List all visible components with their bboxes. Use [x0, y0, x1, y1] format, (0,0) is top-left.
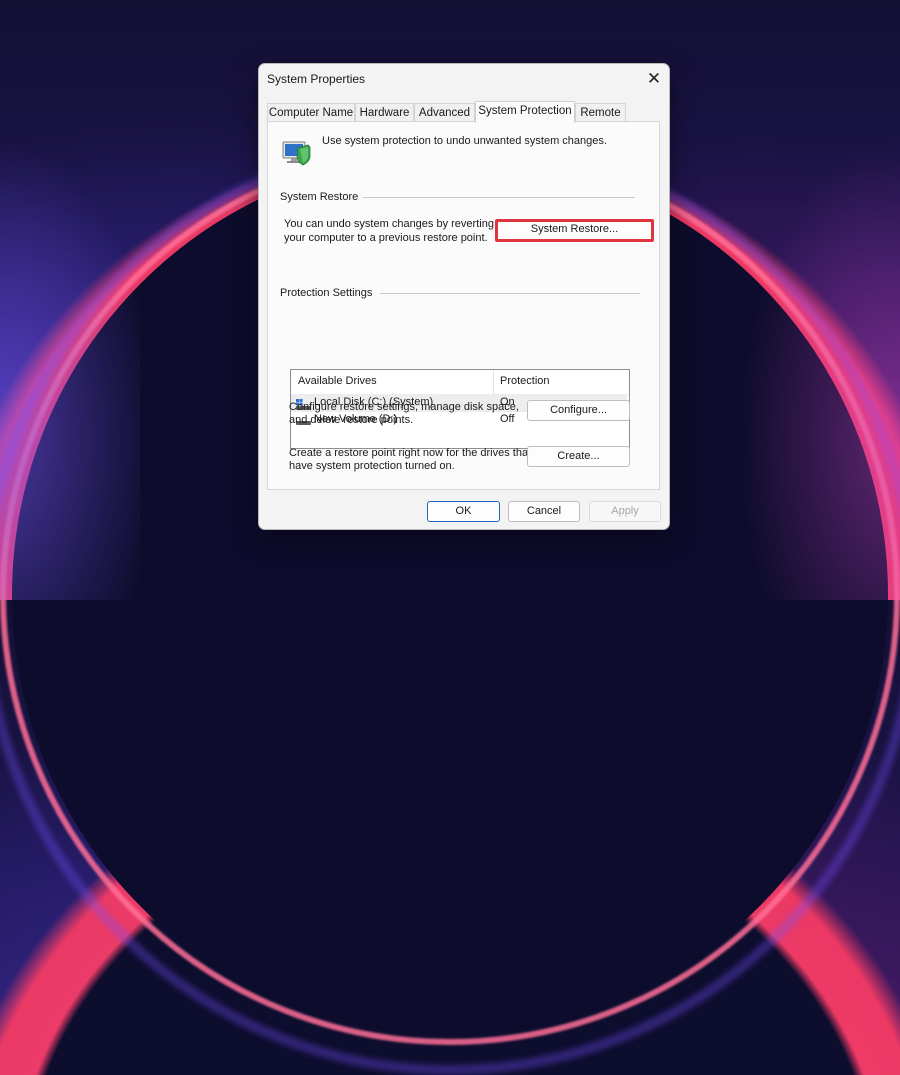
column-protection[interactable]: Protection: [500, 375, 550, 387]
tab-system-protection[interactable]: System Protection: [475, 101, 575, 123]
system-protection-panel: Use system protection to undo unwanted s…: [267, 121, 660, 490]
apply-button[interactable]: Apply: [589, 501, 661, 522]
restore-description-line1: You can undo system changes by reverting: [284, 218, 494, 230]
intro-text: Use system protection to undo unwanted s…: [322, 135, 607, 147]
create-text-line2: have system protection turned on.: [289, 460, 455, 472]
title-bar[interactable]: System Properties ✕: [259, 64, 669, 94]
configure-text-line1: Configure restore settings, manage disk …: [289, 401, 519, 413]
window-title: System Properties: [267, 72, 366, 86]
tab-hardware[interactable]: Hardware: [355, 103, 414, 122]
configure-button[interactable]: Configure...: [527, 400, 630, 421]
create-text-line1: Create a restore point right now for the…: [289, 447, 532, 459]
group-divider: [380, 293, 640, 294]
protection-settings-heading: Protection Settings: [280, 287, 373, 299]
system-restore-heading: System Restore: [280, 191, 359, 203]
group-divider: [363, 197, 635, 198]
drive-protection-status: Off: [500, 413, 515, 425]
system-restore-button[interactable]: System Restore...: [495, 219, 654, 242]
tab-remote[interactable]: Remote: [575, 103, 626, 122]
restore-description-line2: your computer to a previous restore poin…: [284, 232, 488, 244]
create-button[interactable]: Create...: [527, 446, 630, 467]
system-protection-icon: [281, 136, 313, 168]
dialog-footer: OK Cancel Apply: [259, 490, 669, 529]
tab-computer-name[interactable]: Computer Name: [267, 103, 355, 122]
tab-advanced[interactable]: Advanced: [414, 103, 475, 122]
column-available-drives[interactable]: Available Drives: [298, 375, 377, 387]
configure-text-line2: and delete restore points.: [289, 414, 414, 426]
column-separator: [493, 370, 494, 394]
list-header: Available Drives Protection: [291, 370, 629, 395]
ok-button[interactable]: OK: [427, 501, 500, 522]
close-icon[interactable]: ✕: [639, 64, 669, 94]
cancel-button[interactable]: Cancel: [508, 501, 580, 522]
system-properties-dialog: System Properties ✕ Computer Name Hardwa…: [258, 63, 670, 530]
